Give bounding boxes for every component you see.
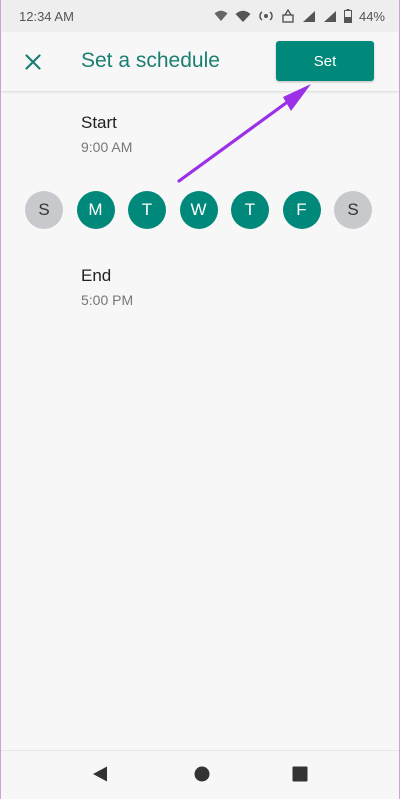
start-time-value: 9:00 AM: [81, 139, 133, 155]
back-icon[interactable]: [91, 765, 109, 783]
day-sunday[interactable]: S: [25, 191, 63, 229]
battery-icon: [343, 9, 352, 23]
page-title: Set a schedule: [81, 49, 220, 72]
set-button[interactable]: Set: [276, 41, 374, 81]
close-icon: [25, 54, 41, 70]
day-tuesday[interactable]: T: [128, 191, 166, 229]
start-label: Start: [81, 113, 117, 132]
end-time-row[interactable]: End 5:00 PM: [81, 266, 133, 308]
hotspot-icon: [259, 11, 273, 21]
status-icons: 44%: [214, 9, 385, 24]
day-saturday[interactable]: S: [334, 191, 372, 229]
end-time-value: 5:00 PM: [81, 292, 134, 308]
home-icon[interactable]: [193, 765, 211, 783]
battery-percent: 44%: [358, 8, 385, 24]
day-thursday[interactable]: T: [231, 191, 269, 229]
hotspot-icon: [282, 9, 294, 23]
navigation-bar: [1, 750, 399, 799]
status-bar: 12:34 AM 44%: [1, 0, 399, 32]
signal-icon: [323, 10, 336, 22]
start-time-row[interactable]: Start 9:00 AM: [81, 113, 132, 155]
day-wednesday[interactable]: W: [179, 191, 218, 229]
close-button[interactable]: [19, 48, 47, 76]
wifi-icon: [214, 10, 228, 21]
app-bar: Set a schedule Set: [1, 32, 399, 92]
recents-icon[interactable]: [291, 765, 309, 783]
days-of-week: S M T W T F S: [25, 191, 372, 229]
annotation-arrow: [177, 84, 311, 183]
end-label: End: [81, 266, 112, 285]
signal-icon: [302, 10, 315, 22]
day-friday[interactable]: F: [282, 191, 321, 229]
wifi-icon: [235, 10, 251, 22]
day-monday[interactable]: M: [76, 191, 115, 229]
status-time: 12:34 AM: [19, 8, 74, 24]
